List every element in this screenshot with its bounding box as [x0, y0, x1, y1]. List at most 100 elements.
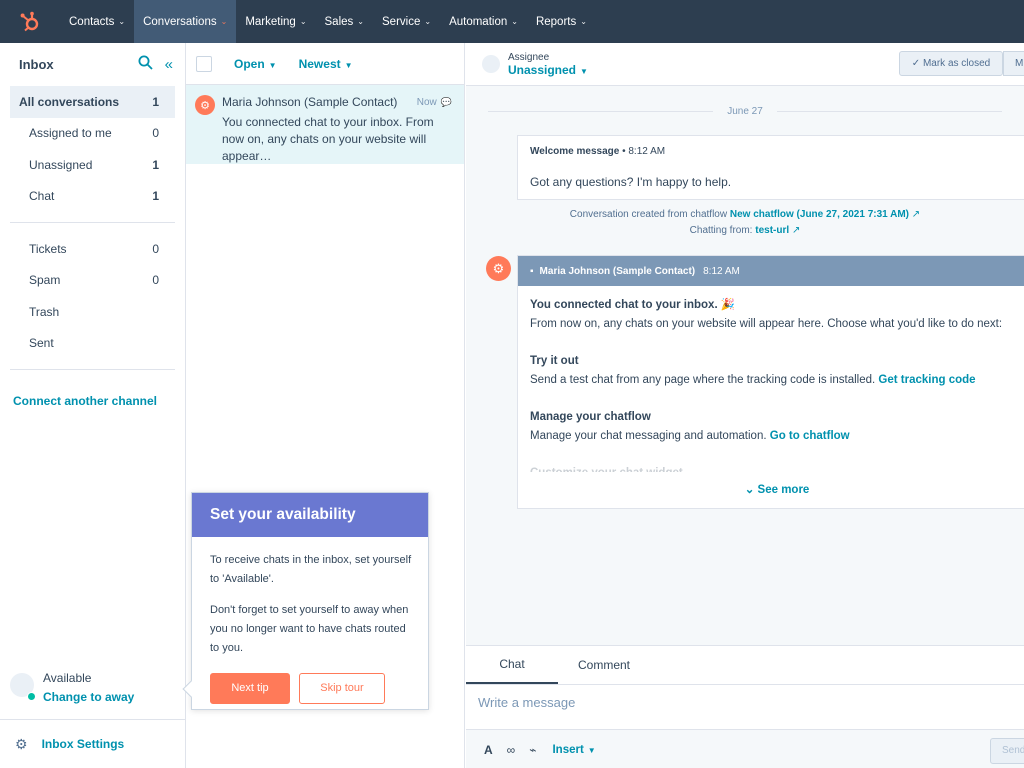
- sidebar-item-label: Unassigned: [29, 157, 93, 172]
- sidebar-item-label: Trash: [29, 304, 60, 319]
- sidebar-item-count: 0: [152, 241, 159, 256]
- welcome-title: Welcome message: [530, 146, 620, 157]
- manage-title: Manage your chatflow: [530, 411, 651, 423]
- list-item[interactable]: ⚙ Maria Johnson (Sample Contact) Now 💬 Y…: [186, 85, 464, 164]
- assignee-label: Assignee: [508, 51, 550, 63]
- sidebar-item-assigned-to-me[interactable]: Assigned to me 0: [10, 118, 175, 150]
- divider: [10, 369, 175, 370]
- test-url-link[interactable]: test-url: [755, 225, 789, 236]
- bot-message-card: ▪ Maria Johnson (Sample Contact) 8:12 AM…: [517, 255, 1024, 509]
- collapse-icon[interactable]: «: [165, 56, 173, 73]
- status-text: Available: [43, 671, 92, 685]
- chatting-from-info: Chatting from: test-url ↗: [689, 225, 801, 236]
- sidebar-item-count: 1: [152, 189, 159, 204]
- caret-down-icon: ▼: [587, 745, 596, 755]
- mark-as-closed-button[interactable]: ✓ Mark as closed: [899, 51, 1003, 76]
- welcome-text: Got any questions? I'm happy to help.: [530, 175, 732, 189]
- text-format-icon[interactable]: A: [484, 743, 493, 757]
- message-input[interactable]: Write a message: [466, 685, 1024, 729]
- caret-down-icon: ▼: [580, 66, 588, 76]
- inbox-settings-link[interactable]: ⚙ Inbox Settings: [0, 719, 185, 768]
- sidebar-item-spam[interactable]: Spam 0: [10, 265, 175, 297]
- sidebar-item-count: 0: [152, 273, 159, 288]
- connect-channel-link[interactable]: Connect another channel: [0, 380, 185, 408]
- nav-service[interactable]: Service ⌄: [373, 0, 440, 43]
- nav-automation[interactable]: Automation ⌄: [440, 0, 527, 43]
- chevron-down-icon: ⌄: [118, 17, 126, 26]
- chat-bubble-icon: 💬: [440, 96, 452, 107]
- external-link-icon: ↗: [911, 209, 921, 220]
- select-all-checkbox[interactable]: [196, 55, 212, 72]
- status-filter-dropdown[interactable]: Open ▼: [234, 57, 277, 71]
- skip-tour-button[interactable]: Skip tour: [299, 673, 385, 704]
- chevron-down-icon: ⌄: [220, 17, 228, 26]
- sidebar-item-label: Sent: [29, 336, 54, 351]
- tab-chat[interactable]: Chat: [466, 646, 558, 684]
- chevron-down-icon: ⌄: [744, 484, 758, 496]
- bot-text: From now on, any chats on your website w…: [530, 318, 1003, 330]
- sort-dropdown[interactable]: Newest ▼: [299, 57, 353, 71]
- bot-time: 8:12 AM: [703, 265, 740, 277]
- timestamp: Now: [416, 96, 437, 108]
- divider: [10, 222, 175, 223]
- assignee-dropdown[interactable]: Unassigned ▼: [508, 63, 588, 77]
- insert-dropdown[interactable]: Insert ▼: [552, 744, 595, 756]
- sidebar-item-sent[interactable]: Sent: [10, 328, 175, 360]
- sidebar-item-unassigned[interactable]: Unassigned 1: [10, 149, 175, 181]
- sidebar-title: Inbox: [19, 57, 54, 72]
- chevron-down-icon: ⌄: [580, 17, 587, 26]
- availability-status: Available Change to away: [10, 669, 134, 707]
- gear-icon: ⚙: [15, 735, 28, 752]
- chat-bubble-icon: ▪: [530, 265, 534, 277]
- avatar[interactable]: [10, 673, 36, 701]
- nav-contacts[interactable]: Contacts ⌄: [60, 0, 134, 43]
- manage-text: Manage your chat messaging and automatio…: [530, 430, 767, 442]
- welcome-time: • 8:12 AM: [622, 146, 666, 157]
- link-icon[interactable]: ∞: [507, 743, 516, 757]
- popover-text: Don't forget to set yourself to away whe…: [210, 604, 409, 654]
- date-separator: June 27: [488, 105, 1002, 117]
- sidebar-item-label: All conversations: [19, 94, 120, 109]
- caret-down-icon: ▼: [344, 60, 353, 70]
- sidebar-item-chat[interactable]: Chat 1: [10, 181, 175, 213]
- get-tracking-code-link[interactable]: Get tracking code: [878, 374, 975, 386]
- sidebar-item-trash[interactable]: Trash: [10, 296, 175, 328]
- go-to-chatflow-link[interactable]: Go to chatflow: [770, 430, 850, 442]
- sidebar-item-all-conversations[interactable]: All conversations 1: [10, 86, 175, 118]
- search-icon[interactable]: [138, 55, 153, 74]
- sidebar-item-count: 1: [152, 157, 159, 172]
- change-to-away-link[interactable]: Change to away: [43, 688, 134, 707]
- sidebar-item-label: Spam: [29, 273, 61, 288]
- contact-name: Maria Johnson (Sample Contact): [222, 95, 398, 109]
- see-more-button[interactable]: ⌄ See more: [518, 472, 1024, 508]
- chatflow-link[interactable]: New chatflow (June 27, 2021 7:31 AM): [730, 209, 909, 220]
- list-header: Open ▼ Newest ▼: [186, 43, 464, 85]
- hubspot-avatar-icon: ⚙: [486, 256, 511, 281]
- try-title: Try it out: [530, 355, 579, 367]
- try-text: Send a test chat from any page where the…: [530, 374, 876, 386]
- settings-label: Inbox Settings: [41, 737, 125, 751]
- nav-conversations[interactable]: Conversations ⌄: [134, 0, 237, 43]
- date-label: June 27: [727, 105, 763, 117]
- chevron-down-icon: ⌄: [299, 17, 307, 26]
- more-button[interactable]: M: [1003, 51, 1024, 76]
- hubspot-logo-icon[interactable]: [0, 0, 60, 43]
- attachment-icon[interactable]: ⌁: [529, 743, 536, 757]
- message-preview: You connected chat to your inbox. From n…: [222, 115, 434, 163]
- top-nav: Contacts ⌄ Conversations ⌄ Marketing ⌄ Sale…: [0, 0, 1024, 43]
- next-tip-button[interactable]: Next tip: [210, 673, 290, 704]
- thread-header: Assignee Unassigned ▼ ✓ Mark as closed M: [466, 43, 1024, 86]
- tab-comment[interactable]: Comment: [558, 646, 650, 684]
- bot-sender-name: Maria Johnson (Sample Contact): [539, 265, 696, 277]
- sidebar-item-tickets[interactable]: Tickets 0: [10, 233, 175, 265]
- bot-headline: You connected chat to your inbox. 🎉: [530, 299, 736, 311]
- external-link-icon: ↗: [791, 225, 801, 236]
- nav-sales[interactable]: Sales ⌄: [316, 0, 373, 43]
- assignee-avatar: [482, 55, 500, 73]
- caret-down-icon: ▼: [268, 60, 277, 70]
- nav-reports[interactable]: Reports ⌄: [527, 0, 596, 43]
- hubspot-avatar-icon: ⚙: [195, 95, 215, 115]
- sidebar-item-count: 1: [152, 94, 159, 109]
- nav-marketing[interactable]: Marketing ⌄: [236, 0, 315, 43]
- send-button[interactable]: Send: [990, 738, 1024, 764]
